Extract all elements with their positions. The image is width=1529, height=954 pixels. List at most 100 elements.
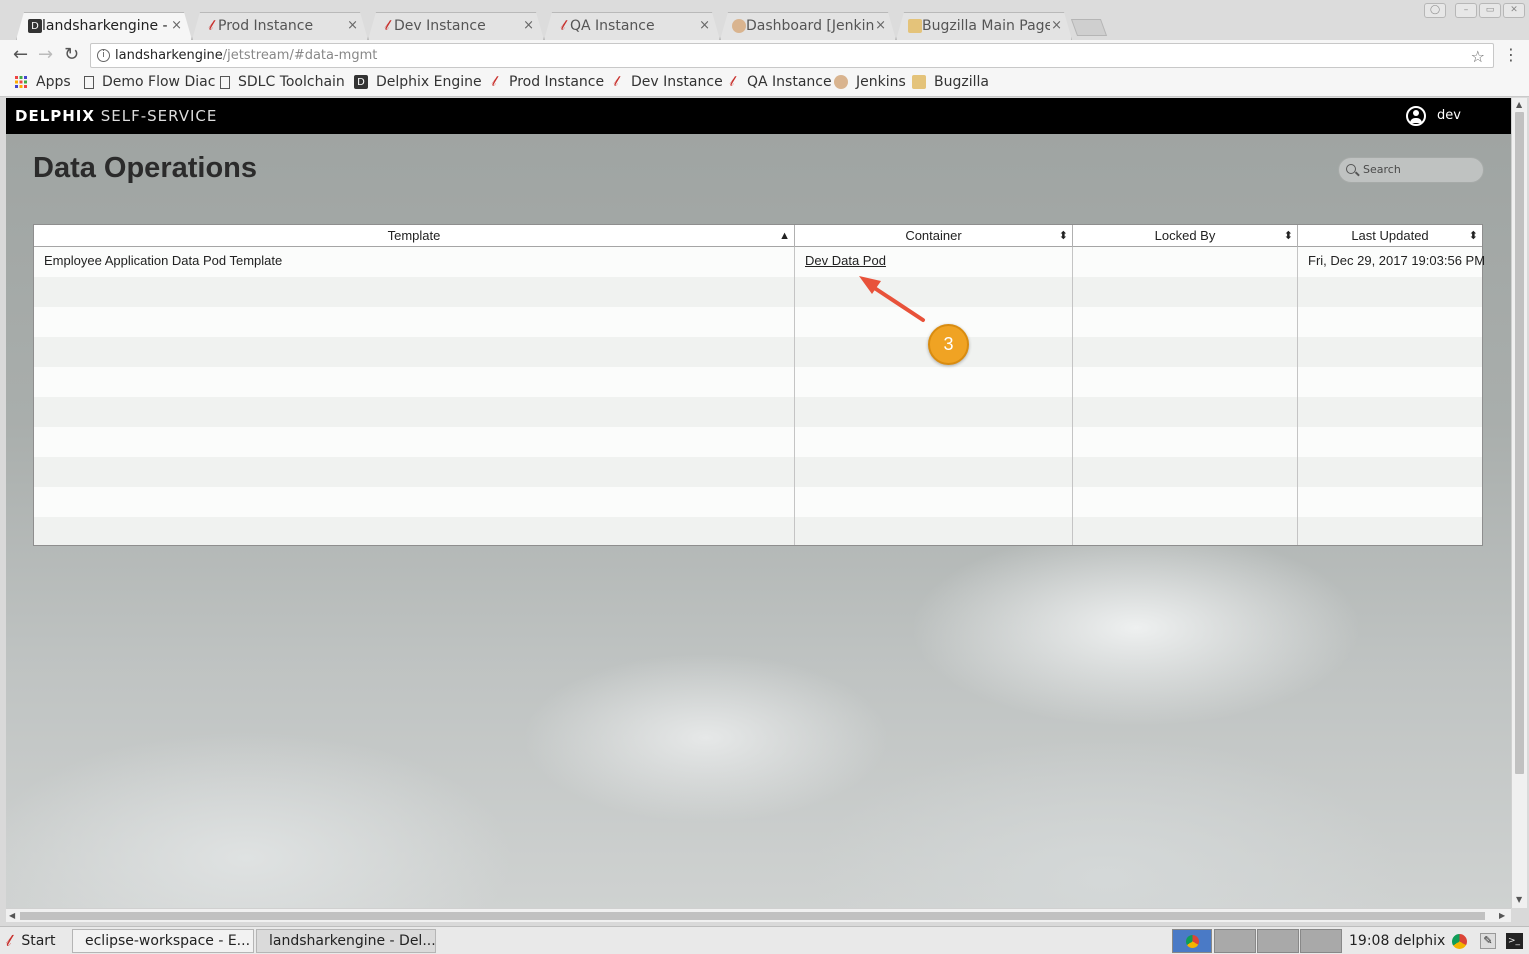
browser-menu-icon[interactable]: ⋮: [1503, 46, 1519, 64]
jenkins-red-icon: 𝓁: [208, 18, 214, 34]
start-button[interactable]: 𝓁 Start: [6, 929, 56, 953]
close-icon[interactable]: ×: [1051, 18, 1062, 33]
close-icon[interactable]: ×: [347, 18, 358, 33]
bookmark-demo-flow[interactable]: Demo Flow Diac: [84, 74, 215, 90]
app-viewport: DELPHIX SELF-SERVICE dev Data Operations…: [6, 98, 1511, 908]
workspace-1[interactable]: [1172, 929, 1212, 953]
template-cell: Employee Application Data Pod Template: [44, 253, 283, 268]
jenkins-red-icon: 𝓁: [613, 74, 619, 90]
tab-landsharkengine[interactable]: D landsharkengine - ×: [16, 12, 192, 40]
bookmark-jenkins[interactable]: Jenkins: [834, 74, 906, 90]
close-icon[interactable]: ×: [523, 18, 534, 33]
close-icon[interactable]: ×: [875, 18, 886, 33]
info-icon[interactable]: i: [97, 49, 110, 62]
terminal-icon[interactable]: >_: [1506, 933, 1523, 949]
address-bar[interactable]: i landsharkengine/jetstream/#data-mgmt ☆: [90, 43, 1494, 68]
bookmark-sdlc-toolchain[interactable]: SDLC Toolchain: [220, 74, 345, 90]
column-header-template[interactable]: Template ▲: [34, 225, 795, 247]
bookmark-apps[interactable]: Apps: [14, 74, 71, 90]
bookmark-label: Dev Instance: [631, 74, 723, 90]
sort-icon[interactable]: ⬍: [1059, 225, 1068, 247]
profile-icon[interactable]: ◯: [1424, 3, 1446, 18]
column-divider: [794, 247, 795, 545]
column-divider: [1072, 247, 1073, 545]
close-icon[interactable]: ×: [171, 18, 182, 33]
table-row: [34, 337, 1482, 367]
tab-title: Dev Instance: [394, 18, 486, 34]
step-callout-badge: 3: [928, 324, 969, 365]
new-tab-button[interactable]: [1070, 19, 1108, 36]
back-arrow-icon[interactable]: ←: [13, 45, 28, 65]
bookmark-qa-instance[interactable]: 𝓁 QA Instance: [725, 74, 832, 90]
tab-dev-instance[interactable]: 𝓁 Dev Instance ×: [368, 12, 544, 40]
user-icon[interactable]: [1406, 106, 1426, 126]
workspace-3[interactable]: [1257, 929, 1299, 953]
jenkins-red-icon: 𝓁: [384, 18, 390, 34]
bookmark-prod-instance[interactable]: 𝓁 Prod Instance: [487, 74, 604, 90]
bookmarks-bar: Apps Demo Flow Diac SDLC Toolchain D Delp…: [0, 70, 1529, 97]
session-user: delphix: [1394, 933, 1446, 949]
user-name[interactable]: dev: [1437, 108, 1461, 123]
bookmark-delphix-engine[interactable]: D Delphix Engine: [354, 74, 482, 90]
dev-data-pod-link[interactable]: Dev Data Pod: [805, 247, 886, 275]
tab-bugzilla[interactable]: Bugzilla Main Page ×: [896, 12, 1072, 40]
table-row[interactable]: Employee Application Data Pod Template D…: [34, 247, 1486, 277]
jenkins-red-icon: 𝓁: [491, 74, 497, 90]
task-chrome-landsharkengine[interactable]: landsharkengine - Del...: [256, 929, 436, 953]
bookmark-bugzilla[interactable]: Bugzilla: [912, 74, 989, 90]
jenkins-butler-icon: [732, 19, 746, 33]
horizontal-scrollbar[interactable]: ◀ ▶: [6, 908, 1511, 922]
sort-ascending-icon[interactable]: ▲: [779, 225, 790, 247]
tab-jenkins-dashboard[interactable]: Dashboard [Jenkin ×: [720, 12, 896, 40]
page-title: Data Operations: [33, 152, 257, 184]
scroll-left-icon[interactable]: ◀: [9, 911, 15, 920]
workspace-2[interactable]: [1214, 929, 1256, 953]
bookmark-star-icon[interactable]: ☆: [1471, 45, 1485, 68]
bookmark-dev-instance[interactable]: 𝓁 Dev Instance: [609, 74, 723, 90]
table-row: [34, 277, 1482, 307]
column-divider: [1297, 247, 1298, 545]
table-header: Template ▲ Container ⬍ Locked By ⬍ Last …: [34, 225, 1482, 247]
bookmark-label: SDLC Toolchain: [238, 74, 345, 90]
minimize-button[interactable]: –: [1455, 3, 1477, 18]
jenkins-red-icon: 𝓁: [560, 18, 566, 34]
tab-title: landsharkengine -: [42, 18, 168, 34]
table-row: [34, 367, 1482, 397]
start-label: Start: [21, 933, 56, 949]
scrollbar-thumb[interactable]: [1515, 112, 1524, 774]
window-close-button[interactable]: ✕: [1503, 3, 1525, 18]
bugzilla-icon: [912, 75, 926, 89]
bookmark-label: Demo Flow Diac: [102, 74, 216, 90]
maximize-button[interactable]: ▭: [1479, 3, 1501, 18]
sort-icon[interactable]: ⬍: [1469, 225, 1478, 247]
scroll-down-icon[interactable]: ▼: [1516, 895, 1522, 904]
column-label: Template: [387, 228, 441, 243]
forward-arrow-icon[interactable]: →: [38, 45, 53, 65]
reload-icon[interactable]: ↻: [64, 45, 79, 65]
brand-light: SELF-SERVICE: [100, 107, 218, 125]
editor-icon[interactable]: ✎: [1480, 933, 1496, 949]
column-header-locked-by[interactable]: Locked By ⬍: [1073, 225, 1298, 247]
column-header-container[interactable]: Container ⬍: [795, 225, 1073, 247]
delphix-d-icon: D: [354, 75, 368, 89]
scroll-right-icon[interactable]: ▶: [1499, 911, 1505, 920]
delphix-d-icon: D: [28, 19, 42, 33]
bookmark-label: Apps: [36, 74, 71, 90]
scroll-up-icon[interactable]: ▲: [1516, 100, 1522, 109]
bookmark-label: Bugzilla: [934, 74, 989, 90]
task-eclipse[interactable]: eclipse-workspace - E...: [72, 929, 254, 953]
workspace-4[interactable]: [1300, 929, 1342, 953]
close-icon[interactable]: ×: [699, 18, 710, 33]
sort-icon[interactable]: ⬍: [1284, 225, 1293, 247]
vertical-scrollbar[interactable]: ▲ ▼: [1511, 98, 1527, 908]
table-row: [34, 517, 1482, 545]
chrome-icon[interactable]: [1452, 934, 1467, 949]
last-updated-cell: Fri, Dec 29, 2017 19:03:56 PM: [1308, 253, 1486, 268]
table-row: [34, 307, 1482, 337]
column-header-last-updated[interactable]: Last Updated ⬍: [1298, 225, 1482, 247]
tab-prod-instance[interactable]: 𝓁 Prod Instance ×: [192, 12, 368, 40]
tab-qa-instance[interactable]: 𝓁 QA Instance ×: [544, 12, 720, 40]
search-input[interactable]: Search: [1338, 157, 1484, 183]
task-label: landsharkengine - Del...: [269, 933, 436, 949]
scrollbar-thumb[interactable]: [20, 912, 1485, 920]
